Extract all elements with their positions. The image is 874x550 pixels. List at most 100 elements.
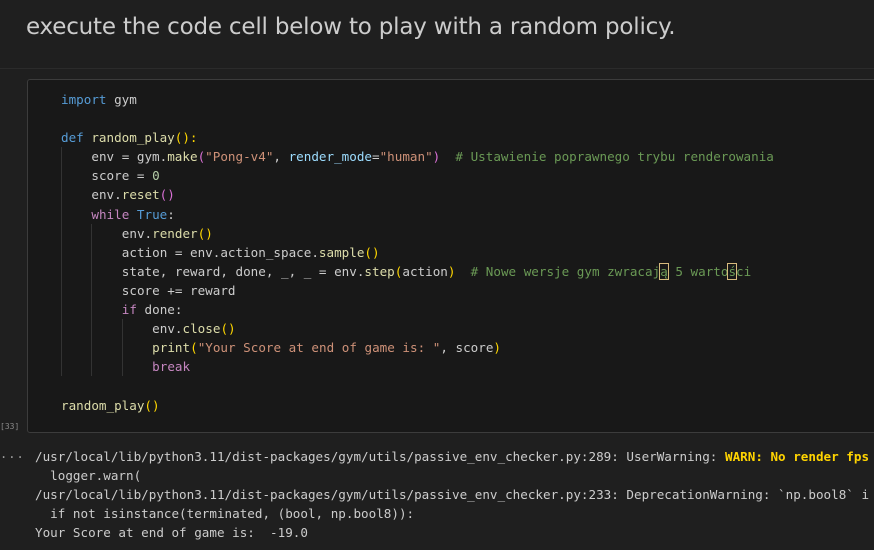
output-line: Your Score at end of game is: -19.0 bbox=[35, 523, 869, 542]
indent-guide bbox=[91, 223, 121, 243]
code-line: break bbox=[61, 357, 774, 377]
output-line: /usr/local/lib/python3.11/dist-packages/… bbox=[35, 447, 869, 466]
indent-guide bbox=[91, 319, 121, 339]
code-line: print("Your Score at end of game is: ", … bbox=[61, 338, 774, 358]
code-token: /usr/local/lib/python3.11/dist-packages/… bbox=[35, 487, 870, 503]
code-line: if done: bbox=[61, 300, 774, 320]
indent-guide bbox=[121, 319, 152, 339]
code-token: "human" bbox=[379, 149, 433, 165]
code-token: env. bbox=[121, 225, 153, 241]
code-token: ci bbox=[736, 263, 752, 279]
code-token: random_play bbox=[61, 397, 145, 413]
code-token: "Your Score at end of game is: " bbox=[197, 340, 441, 356]
code-token: action bbox=[402, 263, 448, 279]
code-line: while True: bbox=[61, 204, 774, 224]
indent-guide bbox=[61, 261, 91, 281]
code-token: "Pong-v4" bbox=[205, 149, 274, 165]
code-token: 5 warto bbox=[667, 263, 729, 279]
indent-guide bbox=[91, 261, 121, 281]
code-token: True bbox=[136, 206, 168, 222]
code-token: if bbox=[121, 302, 137, 318]
code-token: WARN: No render fps bbox=[724, 449, 870, 464]
code-token: def bbox=[61, 130, 84, 146]
output-line: if not isinstance(terminated, (bool, np.… bbox=[35, 504, 869, 523]
code-token: render bbox=[152, 225, 198, 241]
code-token: print bbox=[152, 340, 191, 356]
indent-guide bbox=[121, 357, 152, 377]
indent-guide bbox=[61, 319, 91, 339]
code-line: import gym bbox=[61, 90, 774, 109]
indent-guide bbox=[61, 280, 91, 301]
output-actions-dots[interactable]: ... bbox=[0, 447, 25, 461]
code-line: action = env.action_space.sample() bbox=[61, 242, 774, 262]
code-line: env = gym.make("Pong-v4", render_mode="h… bbox=[61, 147, 774, 167]
indent-guide bbox=[61, 223, 91, 243]
output-line: logger.warn( bbox=[35, 466, 869, 485]
code-token: score += reward bbox=[121, 282, 236, 298]
code-token: render_mode bbox=[288, 149, 372, 165]
cell-output: /usr/local/lib/python3.11/dist-packages/… bbox=[35, 447, 869, 542]
code-token: break bbox=[152, 359, 191, 375]
indent-guide bbox=[91, 357, 121, 377]
code-token: () bbox=[197, 225, 213, 241]
indent-guide bbox=[91, 300, 121, 320]
code-token: sample bbox=[318, 244, 365, 260]
indent-guide bbox=[61, 338, 91, 358]
code-token: gym bbox=[106, 92, 137, 107]
code-token: state, reward, done, _, _ = env. bbox=[121, 263, 365, 279]
code-lines: import gym def random_play(): env = gym.m… bbox=[61, 90, 774, 415]
code-line: score = 0 bbox=[61, 166, 774, 186]
code-line: env.render() bbox=[61, 223, 774, 243]
code-token: close bbox=[182, 321, 221, 337]
code-token: () bbox=[364, 244, 380, 260]
code-token: env. bbox=[91, 187, 122, 203]
indent-guide bbox=[61, 242, 91, 262]
code-line: state, reward, done, _, _ = env.step(act… bbox=[61, 261, 774, 281]
indent-guide bbox=[91, 280, 121, 301]
code-token: () bbox=[144, 397, 160, 413]
code-token: , bbox=[273, 149, 289, 165]
code-token: # Ustawienie poprawnego trybu renderowan… bbox=[455, 149, 774, 165]
indent-guide bbox=[91, 242, 121, 262]
code-token: make bbox=[167, 149, 198, 165]
code-token: env. bbox=[152, 321, 183, 337]
code-token: ) bbox=[493, 340, 501, 356]
code-token: : bbox=[167, 206, 175, 222]
code-token: ś bbox=[727, 262, 737, 280]
code-cell-editor[interactable]: import gym def random_play(): env = gym.m… bbox=[27, 79, 874, 433]
indent-guide bbox=[91, 338, 121, 358]
indent-guide bbox=[121, 338, 152, 358]
code-token: random_play bbox=[91, 130, 175, 146]
code-line: env.reset() bbox=[61, 185, 774, 205]
code-token: 0 bbox=[152, 168, 160, 184]
indent-guide bbox=[61, 357, 91, 377]
code-token: done: bbox=[136, 302, 183, 318]
cell-divider bbox=[0, 68, 874, 69]
indent-guide bbox=[61, 204, 91, 224]
code-line: random_play() bbox=[61, 396, 774, 415]
code-token: import bbox=[61, 92, 107, 107]
code-token: () bbox=[159, 187, 175, 203]
code-line: score += reward bbox=[61, 280, 774, 301]
code-token: step bbox=[364, 263, 395, 279]
code-token: if not isinstance(terminated, (bool, np.… bbox=[35, 506, 415, 522]
code-token: logger.warn( bbox=[35, 468, 142, 484]
code-token: () bbox=[220, 321, 236, 337]
code-token: , score bbox=[440, 340, 494, 356]
indent-guide bbox=[61, 185, 91, 205]
execution-count: [33] bbox=[0, 422, 20, 431]
code-token: score = bbox=[91, 168, 153, 184]
code-line: def random_play(): bbox=[61, 128, 774, 147]
indent-guide bbox=[61, 166, 91, 186]
code-token: # Nowe wersje gym zwracaj bbox=[470, 263, 661, 279]
code-token: ): bbox=[182, 130, 198, 146]
markdown-text: execute the code cell below to play with… bbox=[26, 14, 676, 40]
code-token: env = gym. bbox=[91, 149, 168, 165]
code-token: ( bbox=[190, 340, 198, 356]
code-token: action = env.action_space. bbox=[121, 244, 319, 260]
output-line: /usr/local/lib/python3.11/dist-packages/… bbox=[35, 485, 869, 504]
